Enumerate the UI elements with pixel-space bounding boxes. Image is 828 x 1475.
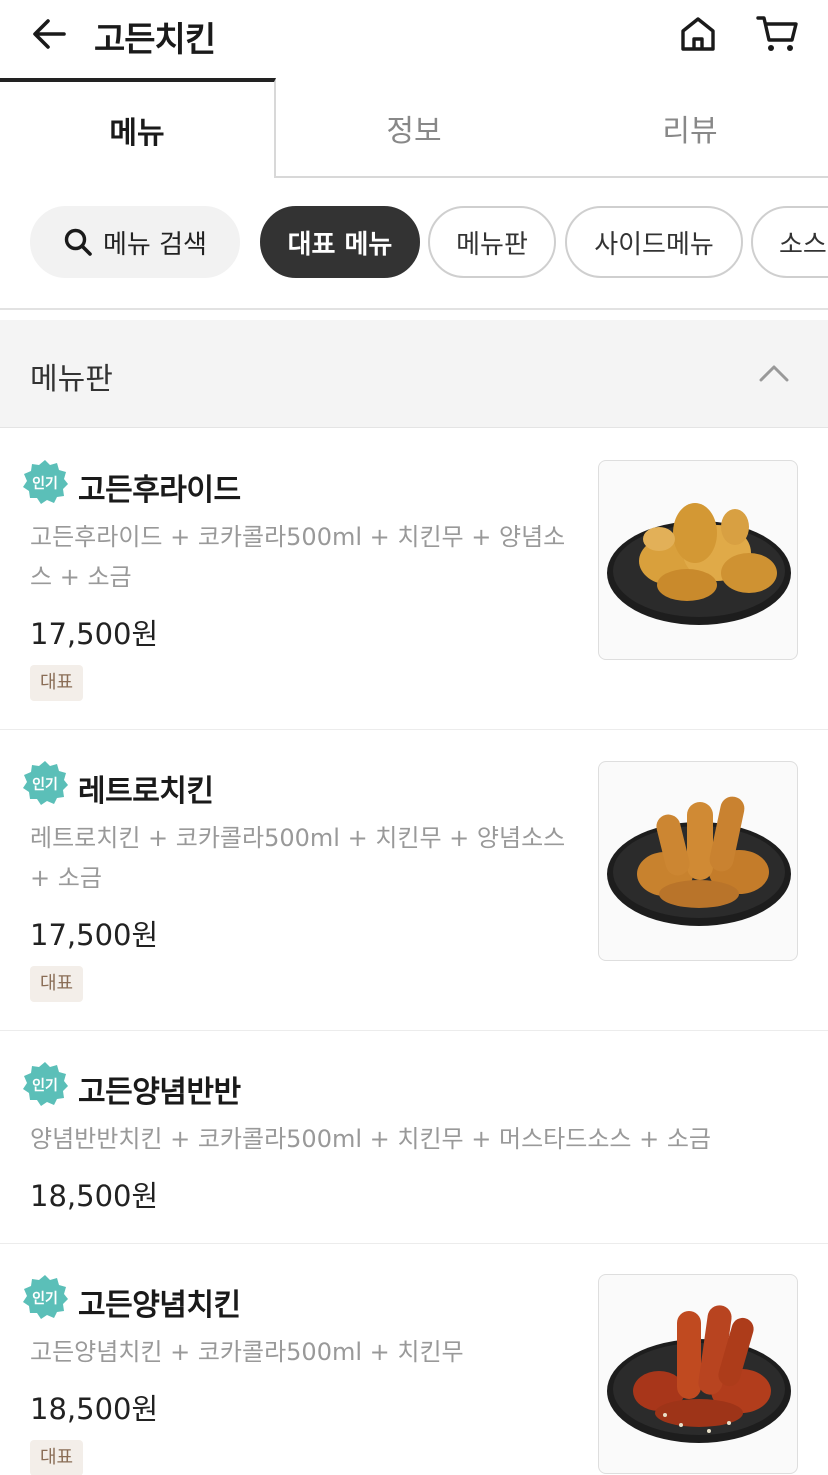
cart-icon bbox=[756, 16, 798, 51]
cart-button[interactable] bbox=[756, 14, 800, 54]
section-header[interactable]: 메뉴판 bbox=[0, 320, 828, 428]
seasoned-chicken-image bbox=[607, 1305, 791, 1443]
popular-badge-label: 인기 bbox=[32, 475, 58, 492]
menu-item[interactable]: 인기 레트로치킨 레트로치킨 + 코카콜라500ml + 치킨무 + 양념소스 … bbox=[0, 730, 828, 1031]
item-name: 고든양념치킨 bbox=[78, 1288, 241, 1323]
item-price: 17,500원 bbox=[30, 617, 159, 651]
popular-badge-icon: 인기 bbox=[23, 761, 68, 805]
divider bbox=[0, 308, 828, 310]
item-price: 18,500원 bbox=[30, 1392, 159, 1426]
signature-tag: 대표 bbox=[30, 966, 84, 1002]
category-chips: 메뉴 검색 대표 메뉴 메뉴판 사이드메뉴 소스 bbox=[0, 206, 828, 282]
item-description: 양념반반치킨 + 코카콜라500ml + 치킨무 + 머스타드소스 + 소금 bbox=[30, 1125, 712, 1153]
chip-sauce[interactable]: 소스 bbox=[751, 206, 828, 278]
fried-chicken-image bbox=[607, 503, 791, 625]
chip-side-menu[interactable]: 사이드메뉴 bbox=[565, 206, 743, 278]
item-description: 레트로치킨 + 코카콜라500ml + 치킨무 + 양념소스 + 소금 bbox=[30, 824, 566, 892]
item-name: 고든양념반반 bbox=[78, 1075, 241, 1110]
popular-badge-label: 인기 bbox=[32, 1077, 58, 1094]
popular-badge-icon: 인기 bbox=[23, 1062, 68, 1106]
popular-badge-icon: 인기 bbox=[23, 1275, 68, 1319]
page-title: 고든치킨 bbox=[94, 20, 216, 60]
section-title: 메뉴판 bbox=[30, 362, 113, 397]
popular-badge-label: 인기 bbox=[32, 1290, 58, 1307]
home-button[interactable] bbox=[678, 14, 718, 54]
chevron-up-icon[interactable] bbox=[756, 356, 792, 392]
fried-chicken-photo[interactable] bbox=[598, 460, 798, 660]
chip-menu-board[interactable]: 메뉴판 bbox=[428, 206, 556, 278]
menu-item[interactable]: 인기 고든양념치킨 고든양념치킨 + 코카콜라500ml + 치킨무 18,50… bbox=[0, 1244, 828, 1475]
retro-chicken-image bbox=[607, 796, 791, 926]
seasoned-chicken-photo[interactable] bbox=[598, 1274, 798, 1474]
popular-badge-icon: 인기 bbox=[23, 460, 68, 504]
top-bar: 고든치킨 bbox=[0, 0, 828, 80]
tab-divider bbox=[275, 176, 828, 178]
home-icon bbox=[681, 17, 715, 51]
item-name: 고든후라이드 bbox=[78, 473, 241, 508]
popular-badge-label: 인기 bbox=[32, 776, 58, 793]
item-price: 17,500원 bbox=[30, 918, 159, 952]
tab-menu[interactable]: 메뉴 bbox=[0, 78, 276, 178]
item-description: 고든후라이드 + 코카콜라500ml + 치킨무 + 양념소스 + 소금 bbox=[30, 523, 566, 591]
tab-review[interactable]: 리뷰 bbox=[552, 78, 828, 178]
back-button[interactable] bbox=[30, 14, 70, 54]
tab-info[interactable]: 정보 bbox=[276, 78, 552, 178]
chip-signature-menu[interactable]: 대표 메뉴 bbox=[260, 206, 420, 278]
item-description: 고든양념치킨 + 코카콜라500ml + 치킨무 bbox=[30, 1338, 464, 1366]
search-icon bbox=[64, 228, 92, 256]
item-name: 레트로치킨 bbox=[78, 774, 214, 809]
menu-item[interactable]: 인기 고든후라이드 고든후라이드 + 코카콜라500ml + 치킨무 + 양념소… bbox=[0, 429, 828, 730]
signature-tag: 대표 bbox=[30, 665, 84, 701]
tab-bar: 메뉴 정보 리뷰 bbox=[0, 78, 828, 178]
signature-tag: 대표 bbox=[30, 1440, 84, 1475]
retro-chicken-photo[interactable] bbox=[598, 761, 798, 961]
menu-search-button[interactable]: 메뉴 검색 bbox=[30, 206, 240, 278]
item-price: 18,500원 bbox=[30, 1179, 159, 1213]
search-label: 메뉴 검색 bbox=[103, 229, 207, 260]
arrow-left-icon bbox=[33, 19, 66, 49]
menu-item[interactable]: 인기 고든양념반반 양념반반치킨 + 코카콜라500ml + 치킨무 + 머스타… bbox=[0, 1031, 828, 1244]
